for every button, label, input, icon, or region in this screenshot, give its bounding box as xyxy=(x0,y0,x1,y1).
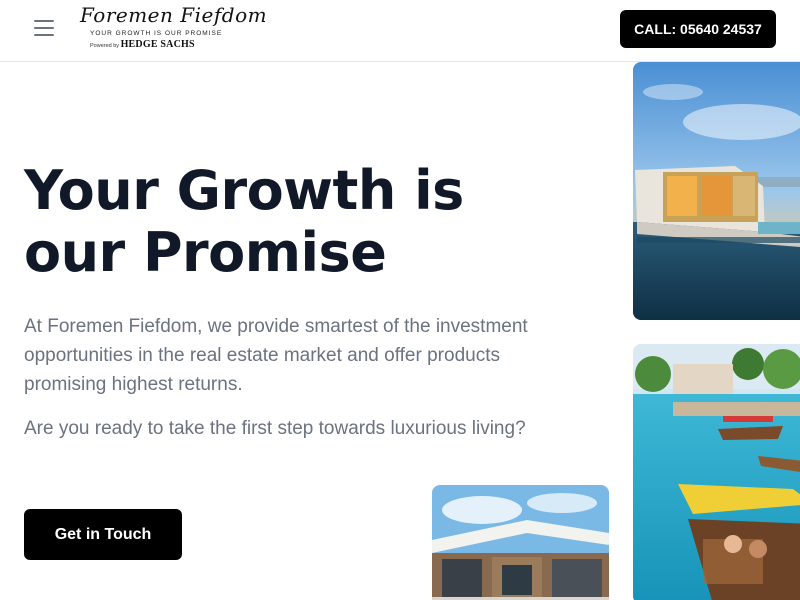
logo-powered-by: Powered by HEDGE SACHS xyxy=(90,39,220,50)
menu-icon[interactable] xyxy=(34,20,54,36)
hero-title-line-2: our Promise xyxy=(24,221,387,284)
logo-tagline: YOUR GROWTH IS OUR PROMISE xyxy=(90,30,223,37)
site-logo[interactable]: Foremen Fiefdom YOUR GROWTH IS OUR PROMI… xyxy=(80,3,268,55)
floating-villa-image xyxy=(633,62,800,320)
hero-description: At Foremen Fiefdom, we provide smartest … xyxy=(24,316,528,395)
logo-brand: HEDGE SACHS xyxy=(120,39,195,50)
logo-powered-label: Powered by xyxy=(90,43,120,49)
hero-title: Your Growth is our Promise xyxy=(24,160,484,284)
get-in-touch-button[interactable]: Get in Touch xyxy=(24,509,182,560)
canal-boats-image xyxy=(633,344,800,600)
hero-question: Are you ready to take the first step tow… xyxy=(24,418,526,439)
hero-title-line-1: Your Growth is xyxy=(24,159,464,222)
modern-villa-image xyxy=(432,485,609,600)
site-header: Foremen Fiefdom YOUR GROWTH IS OUR PROMI… xyxy=(0,0,800,62)
call-button[interactable]: CALL: 05640 24537 xyxy=(620,10,776,48)
logo-script-text: Foremen Fiefdom xyxy=(80,3,268,27)
